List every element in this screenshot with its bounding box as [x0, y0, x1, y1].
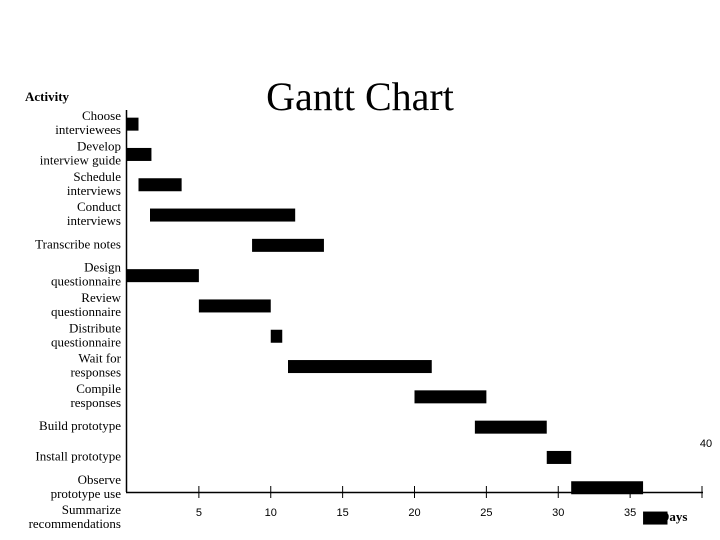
task-label: responses [70, 365, 121, 380]
task-label: questionnaire [51, 334, 121, 349]
task-label: interviews [67, 183, 121, 198]
task-label: interviewees [55, 122, 121, 137]
task-bar [127, 147, 152, 161]
task-label: interviews [67, 213, 121, 228]
chart-title: Gantt Chart [266, 74, 454, 119]
x-axis-label: Days [660, 509, 687, 524]
task-label: Transcribe notes [35, 236, 121, 251]
task-bar [127, 117, 139, 131]
task-label: prototype use [51, 486, 122, 501]
task-label: Schedule [73, 169, 121, 184]
task-label: Conduct [77, 199, 121, 214]
task-label: Install prototype [35, 448, 121, 463]
x-tick-label: 15 [337, 507, 349, 519]
task-label: Choose [82, 108, 121, 123]
task-label: interview guide [40, 152, 121, 167]
x-tick-label: 20 [408, 507, 420, 519]
category-labels: ChooseintervieweesDevelopinterview guide… [29, 108, 122, 531]
task-label: Design [84, 260, 121, 275]
task-label: Observe [78, 472, 122, 487]
task-label: Review [81, 290, 121, 305]
task-bars [127, 117, 668, 525]
y-axis-label: Activity [25, 89, 70, 104]
x-tick-label: 10 [265, 507, 277, 519]
task-label: Summarize [62, 502, 121, 517]
task-label: Build prototype [39, 418, 121, 433]
task-label: Wait for [78, 351, 121, 366]
task-bar [138, 178, 182, 192]
task-label: responses [70, 395, 121, 410]
x-tick-label: 30 [552, 507, 564, 519]
task-bar [252, 238, 324, 252]
task-bar [546, 450, 572, 464]
gantt-chart: Gantt Chart Activity ChooseintervieweesD… [25, 74, 712, 531]
task-label: recommendations [29, 516, 121, 531]
x-tick-label: 35 [624, 507, 636, 519]
x-tick-label: 5 [196, 507, 202, 519]
task-bar [288, 360, 432, 374]
task-bar [127, 269, 199, 283]
task-bar [474, 420, 547, 434]
task-label: Distribute [69, 320, 121, 335]
task-bar [414, 390, 487, 404]
x-axis-ticks: 5 10 15 20 25 30 35 40 [196, 438, 712, 519]
task-bar [150, 208, 296, 222]
task-label: questionnaire [51, 274, 121, 289]
task-label: Compile [76, 381, 121, 396]
task-label: questionnaire [51, 304, 121, 319]
x-tick-label: 40 [700, 438, 712, 450]
x-tick-label: 25 [480, 507, 492, 519]
task-label: Develop [77, 138, 121, 153]
task-bar [198, 299, 271, 313]
task-bar [270, 329, 283, 343]
